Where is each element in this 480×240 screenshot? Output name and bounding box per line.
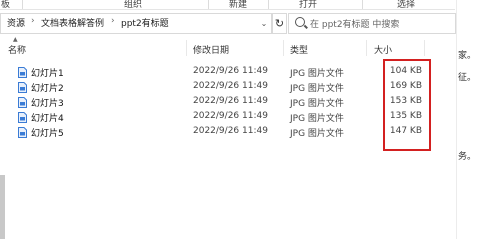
jpg-file-icon (18, 112, 27, 123)
search-box[interactable]: 在 ppt2有标题 中搜索 (288, 13, 456, 34)
chevron-right-icon[interactable]: › (31, 16, 35, 26)
column-divider[interactable] (366, 40, 367, 56)
address-bar[interactable]: 资源 › 文档表格解答例 › ppt2有标题 ⌄ (0, 13, 272, 34)
file-name: 幻灯片2 (31, 84, 64, 94)
doc-text-fragment: 家。 (458, 51, 477, 61)
divider (208, 0, 209, 9)
column-divider[interactable] (283, 40, 284, 56)
file-type: JPG 图片文件 (290, 129, 344, 139)
refresh-button[interactable]: ↻ (272, 13, 287, 34)
breadcrumb-folder[interactable]: 文档表格解答例 (41, 16, 104, 29)
divider (362, 0, 363, 9)
jpg-file-icon (18, 67, 27, 78)
file-date: 2022/9/26 11:49 (193, 96, 268, 106)
column-name[interactable]: 名称 (8, 43, 26, 56)
breadcrumb-current[interactable]: ppt2有标题 (121, 16, 169, 29)
file-date: 2022/9/26 11:49 (193, 111, 268, 121)
navigation-pane-scrollbar[interactable] (0, 175, 5, 239)
jpg-file-icon (18, 127, 27, 138)
file-name: 幻灯片1 (31, 69, 64, 79)
ribbon-group-clipboard: 板 (1, 0, 11, 10)
file-type: JPG 图片文件 (290, 99, 344, 109)
size-highlight-box (383, 59, 431, 151)
column-size[interactable]: 大小 (374, 43, 392, 56)
sort-caret-icon: ▲ (13, 36, 18, 43)
jpg-file-icon (18, 82, 27, 93)
address-row: 资源 › 文档表格解答例 › ppt2有标题 ⌄ ↻ 在 ppt2有标题 中搜索 (0, 10, 456, 36)
breadcrumb-resources[interactable]: 资源 (7, 16, 25, 29)
file-date: 2022/9/26 11:49 (193, 81, 268, 91)
search-input[interactable]: 在 ppt2有标题 中搜索 (310, 17, 399, 30)
column-divider[interactable] (186, 40, 187, 56)
search-icon (295, 17, 305, 27)
ribbon-group-new: 新建 (229, 0, 248, 10)
ribbon-group-organize: 组织 (124, 0, 143, 10)
window-edge (456, 0, 457, 239)
file-type: JPG 图片文件 (290, 69, 344, 79)
divider (268, 0, 269, 9)
refresh-icon: ↻ (274, 17, 285, 30)
column-type[interactable]: 类型 (290, 43, 308, 56)
file-date: 2022/9/26 11:49 (193, 126, 268, 136)
jpg-file-icon (18, 97, 27, 108)
doc-text-fragment: 征。 (458, 73, 477, 83)
divider (22, 0, 23, 9)
file-type: JPG 图片文件 (290, 84, 344, 94)
file-date: 2022/9/26 11:49 (193, 66, 268, 76)
doc-text-fragment: 务。 (458, 152, 477, 162)
file-type: JPG 图片文件 (290, 114, 344, 124)
history-dropdown-icon[interactable]: ⌄ (258, 14, 270, 33)
column-header: ▲ 名称 修改日期 类型 大小 (0, 36, 456, 58)
file-name: 幻灯片3 (31, 99, 64, 109)
column-date[interactable]: 修改日期 (193, 43, 229, 56)
ribbon-group-select: 选择 (397, 0, 416, 10)
file-name: 幻灯片4 (31, 114, 64, 124)
chevron-right-icon[interactable]: › (111, 16, 115, 26)
ribbon-group-labels: 板 组织 新建 打开 选择 (0, 0, 455, 10)
ribbon-group-open: 打开 (299, 0, 318, 10)
file-name: 幻灯片5 (31, 129, 64, 139)
column-divider[interactable] (424, 40, 425, 56)
